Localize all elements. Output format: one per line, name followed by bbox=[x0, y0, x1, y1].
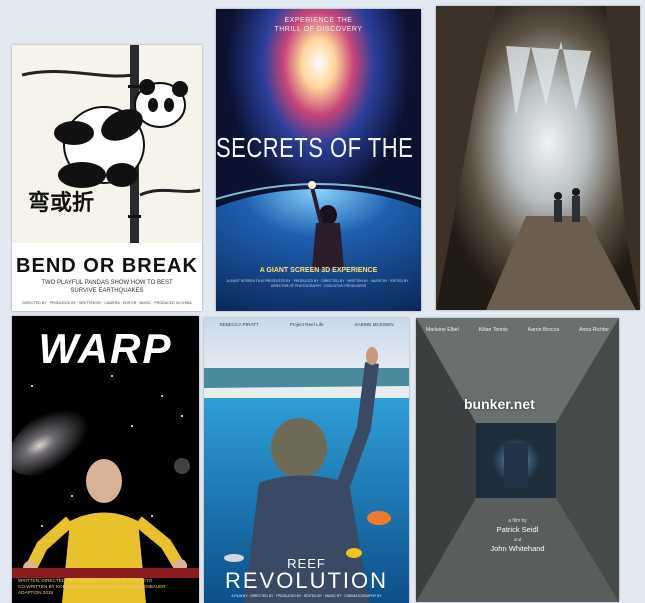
poster-tagline: TWO PLAYFUL PANDAS SHOW HOW TO BEST SURV… bbox=[41, 280, 173, 294]
poster-title-line-2: REVOLUTION bbox=[224, 568, 389, 593]
bunker-corridor-illustration bbox=[416, 318, 619, 602]
director-2: John Whitehand bbox=[490, 544, 545, 553]
poster-warp[interactable]: WARP WRITTEN, DIRECTED AND CINEMATOGRAPH… bbox=[12, 316, 199, 603]
poster-bend-or-break[interactable]: 弯或折 BEND OR BREAK TWO PLAYFUL PANDAS SHO… bbox=[12, 45, 202, 311]
calligraphy-title: 弯或折 bbox=[28, 190, 95, 216]
cast-name-2: Kilian Tennis bbox=[478, 327, 508, 333]
poster-credits: A GIANT SCREEN FILM PRESENTED BY · PRODU… bbox=[226, 279, 411, 288]
director-1: Patrick Seidl bbox=[496, 525, 539, 534]
film-by-label: a film by bbox=[508, 518, 527, 524]
poster-credits: DIRECTED BY · PRODUCED BY · WRITTEN BY ·… bbox=[22, 301, 192, 305]
poster-secrets-of-the-universe[interactable]: EXPERIENCE THE THRILL OF DISCOVERY SECRE… bbox=[216, 9, 421, 311]
ice-cave-photo bbox=[436, 6, 640, 310]
credits-line-3: ADAPTION 2019 bbox=[18, 590, 53, 595]
poster-bunker-net[interactable]: Marleine Elbel Kilian Tennis Aaron Brocc… bbox=[416, 318, 619, 602]
cast-name-3: Aaron Brocca bbox=[527, 327, 560, 333]
poster-title: BEND OR BREAK bbox=[16, 255, 198, 277]
tag-line-2: THRILL OF DISCOVERY bbox=[274, 26, 363, 33]
poster-credits: WRITTEN, DIRECTED AND CINEMATOGRAPHY BY … bbox=[12, 578, 199, 596]
poster-title: SECRETS OF THE UNIVERSE bbox=[216, 131, 421, 163]
and-label: and bbox=[513, 537, 522, 542]
cast-name-1: Marleine Elbel bbox=[425, 327, 459, 333]
poster-tagline: A GIANT SCREEN 3D EXPERIENCE bbox=[259, 267, 378, 274]
tag-line-1: EXPERIENCE THE bbox=[284, 17, 353, 24]
poster-credits: A FILM BY · DIRECTED BY · PRODUCED BY · … bbox=[231, 594, 382, 598]
cast-names: REBECCA PIRATT Project Reef Life SABINE … bbox=[204, 322, 409, 327]
cast-names: Marleine Elbel Kilian Tennis Aaron Brocc… bbox=[416, 327, 619, 333]
cast-name-4: Anna Richter bbox=[579, 327, 610, 333]
poster-title: WARP bbox=[38, 325, 173, 372]
poster-title: bunker.net bbox=[464, 396, 535, 412]
cast-name-3: SABINE MCEWEN bbox=[354, 322, 394, 327]
poster-reef-revolution[interactable]: REBECCA PIRATT Project Reef Life SABINE … bbox=[204, 318, 409, 603]
poster-ice-cave[interactable] bbox=[436, 6, 640, 310]
cast-name-2: Project Reef Life bbox=[289, 322, 324, 327]
cast-name-1: REBECCA PIRATT bbox=[219, 322, 259, 327]
